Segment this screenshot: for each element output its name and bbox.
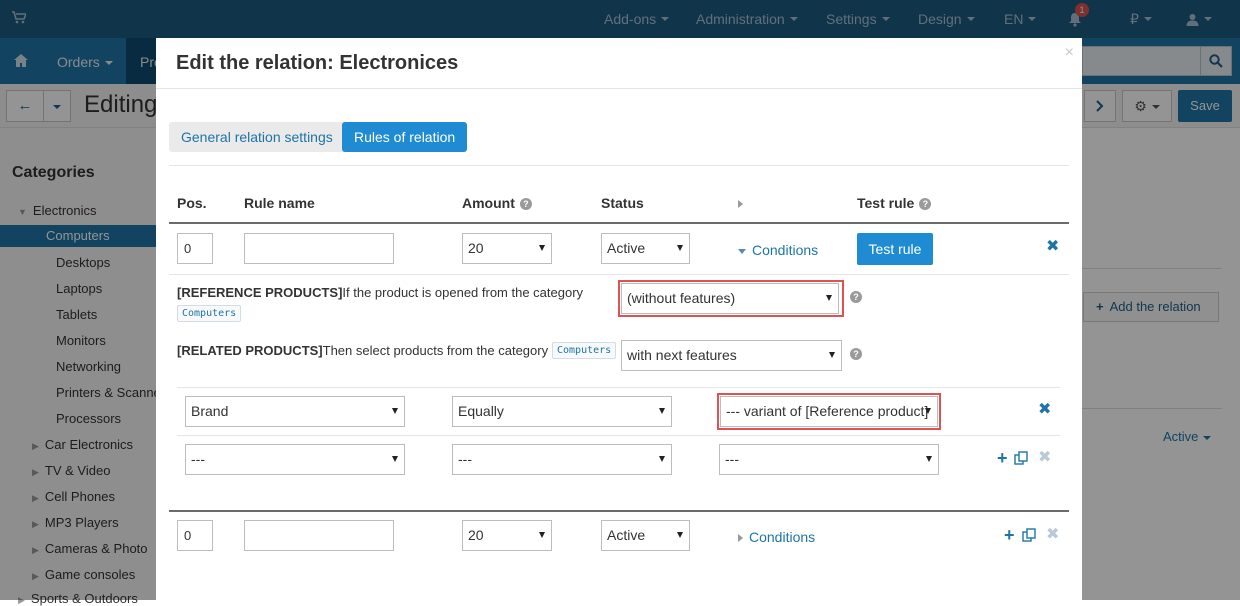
tabs-divider [169, 165, 1069, 166]
conditions-toggle[interactable]: Conditions [738, 242, 818, 258]
rule-amount-select[interactable]: 20 [462, 233, 552, 264]
test-rule-button[interactable]: Test rule [857, 233, 933, 265]
related-features-select[interactable]: with next features [621, 340, 842, 371]
related-products-condition: [RELATED PRODUCTS]Then select products f… [177, 343, 549, 358]
row-divider [177, 435, 1060, 436]
clone-icon[interactable] [1014, 451, 1028, 465]
feature-value-select[interactable]: --- [719, 444, 939, 475]
rule-amount-select[interactable]: 20 [462, 520, 552, 551]
highlight-box [618, 280, 844, 317]
operator-select[interactable]: --- [452, 444, 672, 475]
dialog-header: Edit the relation: Electronices × [156, 38, 1082, 89]
column-header-rule-name: Rule name [244, 195, 315, 211]
expand-all-icon[interactable] [738, 200, 743, 208]
tab-rules-of-relation[interactable]: Rules of relation [342, 122, 468, 152]
delete-feature-row-icon[interactable]: ✖ [1038, 402, 1051, 418]
tab-general-relation-settings[interactable]: General relation settings [169, 122, 345, 152]
rule-position-input[interactable]: 0 [177, 233, 213, 264]
add-feature-row-icon[interactable]: + [997, 449, 1008, 467]
highlight-box [717, 393, 941, 430]
rule-name-input[interactable] [244, 233, 394, 264]
edit-relation-dialog: Edit the relation: Electronices × Genera… [156, 38, 1082, 600]
close-icon[interactable]: × [1065, 44, 1074, 62]
row-divider [169, 274, 1069, 275]
column-header-status: Status [601, 195, 644, 211]
add-rule-icon[interactable]: + [1004, 526, 1015, 544]
clone-icon[interactable] [1022, 528, 1036, 542]
rule-position-input[interactable]: 0 [177, 520, 213, 551]
dialog-title: Edit the relation: Electronices [176, 52, 459, 74]
help-icon[interactable]: ? [519, 198, 532, 211]
rule-status-select[interactable]: Active [601, 233, 690, 264]
help-icon[interactable]: ? [919, 198, 932, 211]
delete-feature-row-icon[interactable]: ✖ [1038, 450, 1051, 466]
rule-divider [169, 510, 1069, 512]
operator-select[interactable]: Equally [452, 396, 672, 427]
help-icon[interactable]: ? [850, 291, 862, 303]
table-header-divider [169, 222, 1069, 224]
rule-status-select[interactable]: Active [601, 520, 690, 551]
column-header-test-rule: Test rule? [857, 195, 932, 211]
help-icon[interactable]: ? [850, 348, 862, 360]
related-category-tag: Computers [552, 342, 617, 359]
column-header-amount: Amount? [462, 195, 532, 211]
conditions-toggle[interactable]: Conditions [738, 529, 815, 545]
row-divider [177, 387, 1060, 388]
feature-select[interactable]: Brand [185, 396, 405, 427]
column-header-pos: Pos. [177, 195, 207, 211]
delete-rule-icon[interactable]: ✖ [1046, 527, 1059, 543]
delete-rule-icon[interactable]: ✖ [1046, 239, 1059, 255]
feature-select[interactable]: --- [185, 444, 405, 475]
reference-products-condition: [REFERENCE PRODUCTS]If the product is op… [177, 285, 584, 300]
rule-name-input[interactable] [244, 520, 394, 551]
reference-category-tag: Computers [177, 305, 242, 322]
